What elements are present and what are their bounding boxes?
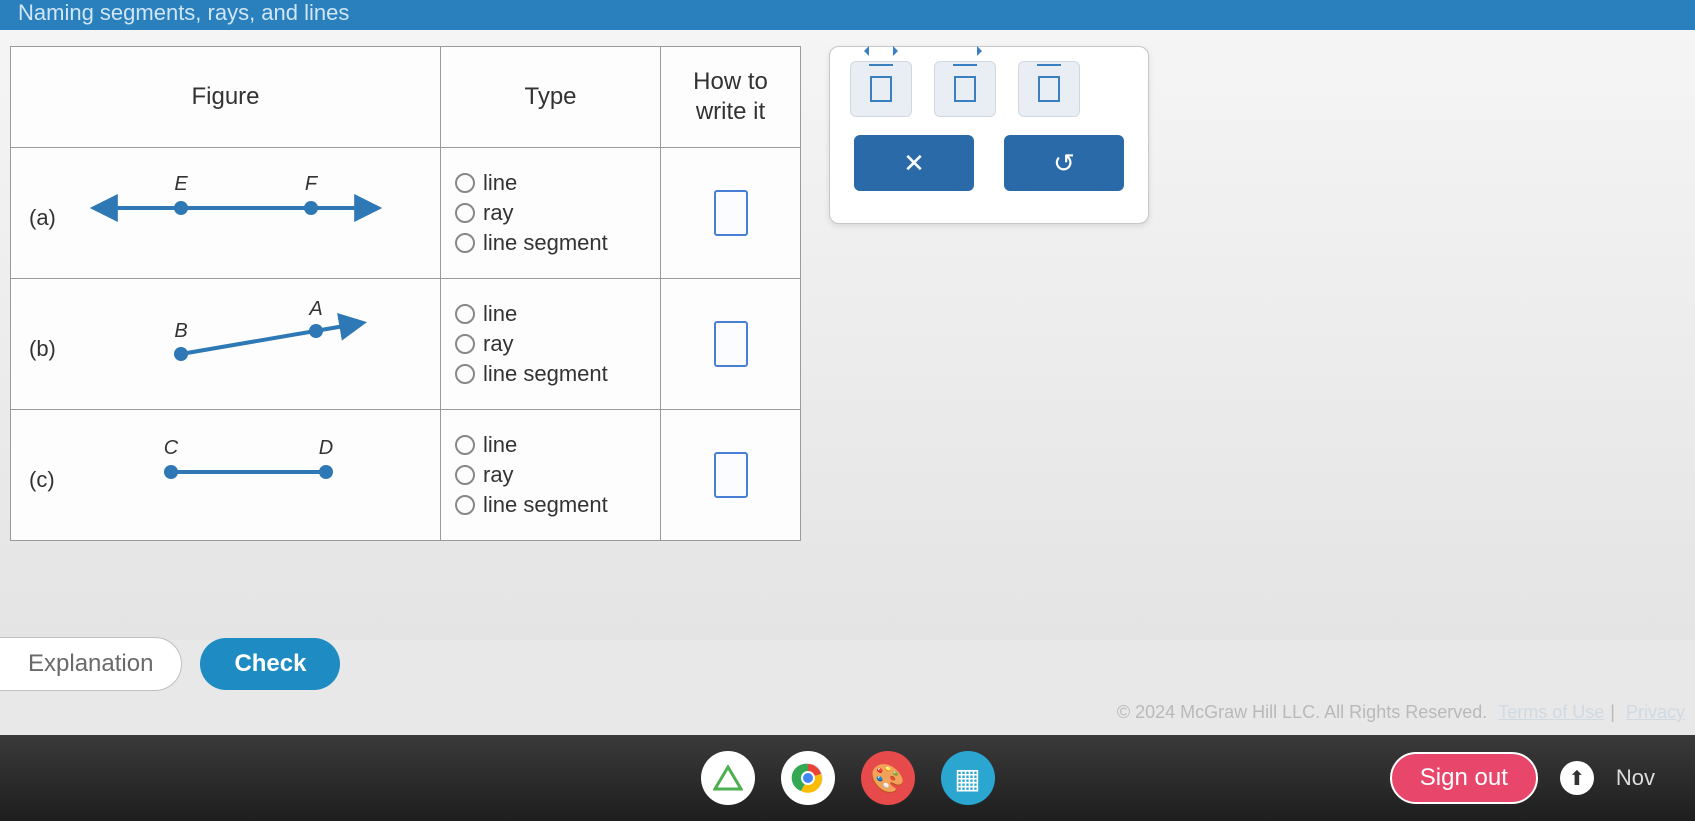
bottom-bar: Explanation Check [0, 637, 1695, 691]
page-title-bar: Naming segments, rays, and lines [0, 0, 1695, 30]
reset-button[interactable]: ↺ [1004, 135, 1124, 191]
sign-out-button[interactable]: Sign out [1390, 752, 1538, 804]
question-table: Figure Type How to write it (a) [10, 46, 801, 541]
row-label-b: (b) [29, 336, 56, 362]
svg-text:E: E [174, 173, 188, 195]
table-row: (a) [11, 148, 801, 279]
app-icon[interactable]: ▦ [941, 751, 995, 805]
notation-input-a[interactable] [714, 190, 748, 236]
row-label-c: (c) [29, 467, 55, 493]
check-button[interactable]: Check [200, 638, 340, 690]
drive-icon[interactable] [701, 751, 755, 805]
svg-text:F: F [304, 173, 318, 195]
radio-ray-a[interactable]: ray [455, 200, 646, 226]
header-figure: Figure [11, 47, 441, 148]
radio-line-b[interactable]: line [455, 301, 646, 327]
notation-input-c[interactable] [714, 452, 748, 498]
clear-button[interactable]: ✕ [854, 135, 974, 191]
notation-palette: ✕ ↺ [829, 46, 1149, 224]
notation-ray-button[interactable] [934, 61, 996, 117]
notation-segment-button[interactable] [1018, 61, 1080, 117]
table-row: (b) B A line ray line segment [11, 279, 801, 410]
svg-text:D: D [318, 437, 332, 459]
radio-ray-b[interactable]: ray [455, 331, 646, 357]
header-type: Type [441, 47, 661, 148]
radio-segment-c[interactable]: line segment [455, 492, 646, 518]
figure-b: (b) B A [11, 279, 440, 409]
table-row: (c) C D line ray line segment [11, 410, 801, 541]
notation-line-button[interactable] [850, 61, 912, 117]
svg-text:C: C [163, 437, 178, 459]
undo-icon: ↺ [1053, 148, 1075, 179]
chrome-icon[interactable] [781, 751, 835, 805]
figure-a: (a) [11, 148, 440, 278]
terms-link[interactable]: Terms of Use [1498, 702, 1604, 722]
clock-text: Nov [1616, 765, 1655, 791]
radio-line-c[interactable]: line [455, 432, 646, 458]
segment-icon: C D [61, 410, 391, 520]
taskbar: 🎨 ▦ Sign out ⬆ Nov [0, 735, 1695, 821]
footer-legal: © 2024 McGraw Hill LLC. All Rights Reser… [1117, 702, 1691, 723]
row-label-a: (a) [29, 205, 56, 231]
line-icon: E F [61, 148, 391, 258]
notation-input-b[interactable] [714, 321, 748, 367]
explanation-button[interactable]: Explanation [0, 637, 182, 691]
radio-segment-a[interactable]: line segment [455, 230, 646, 256]
privacy-link[interactable]: Privacy [1626, 702, 1685, 722]
up-arrow-icon[interactable]: ⬆ [1560, 761, 1594, 795]
radio-ray-c[interactable]: ray [455, 462, 646, 488]
copyright-text: © 2024 McGraw Hill LLC. All Rights Reser… [1117, 702, 1487, 722]
radio-line-a[interactable]: line [455, 170, 646, 196]
content-area: Figure Type How to write it (a) [0, 30, 1695, 640]
figure-c: (c) C D [11, 410, 440, 540]
close-icon: ✕ [903, 148, 925, 179]
svg-text:B: B [174, 320, 187, 342]
paint-icon[interactable]: 🎨 [861, 751, 915, 805]
radio-segment-b[interactable]: line segment [455, 361, 646, 387]
svg-text:A: A [308, 298, 322, 320]
header-write: How to write it [661, 47, 801, 148]
ray-icon: B A [61, 279, 391, 389]
page-title: Naming segments, rays, and lines [18, 0, 349, 26]
